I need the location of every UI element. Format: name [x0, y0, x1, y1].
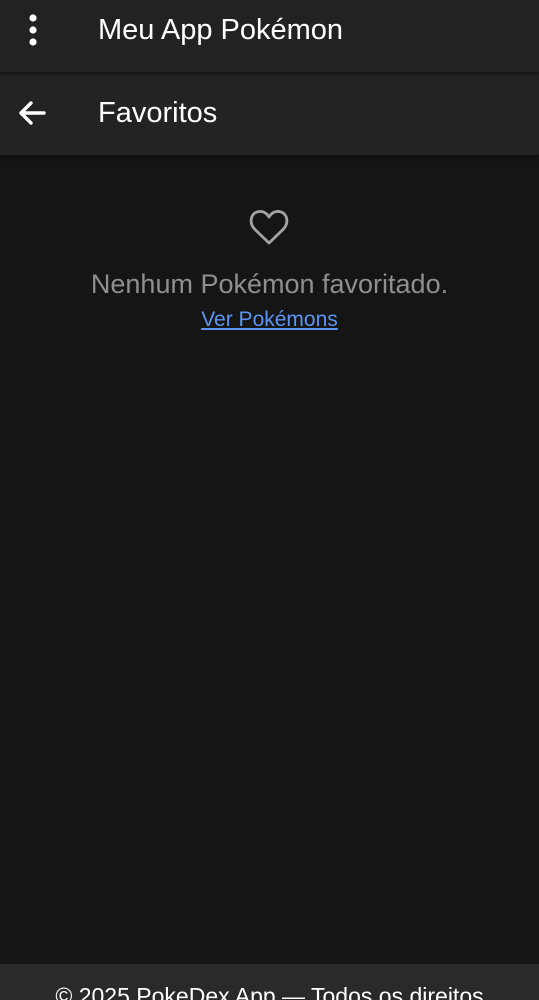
page-header: Favoritos [0, 72, 539, 155]
app-bar: Meu App Pokémon [0, 0, 539, 72]
more-vert-icon [29, 14, 37, 46]
app-title: Meu App Pokémon [98, 14, 344, 46]
menu-button[interactable] [13, 10, 53, 50]
page-title: Favoritos [98, 97, 218, 129]
empty-message: Nenhum Pokémon favoritado. [90, 269, 449, 299]
footer: © 2025 PokeDex App — Todos os direitos [0, 964, 539, 1000]
see-pokemons-link[interactable]: Ver Pokémons [0, 307, 539, 333]
copyright-text: © 2025 PokeDex App — Todos os direitos [55, 983, 484, 1000]
back-button[interactable] [12, 93, 52, 133]
arrow-left-icon [19, 101, 46, 125]
heart-outline-icon [249, 210, 289, 245]
